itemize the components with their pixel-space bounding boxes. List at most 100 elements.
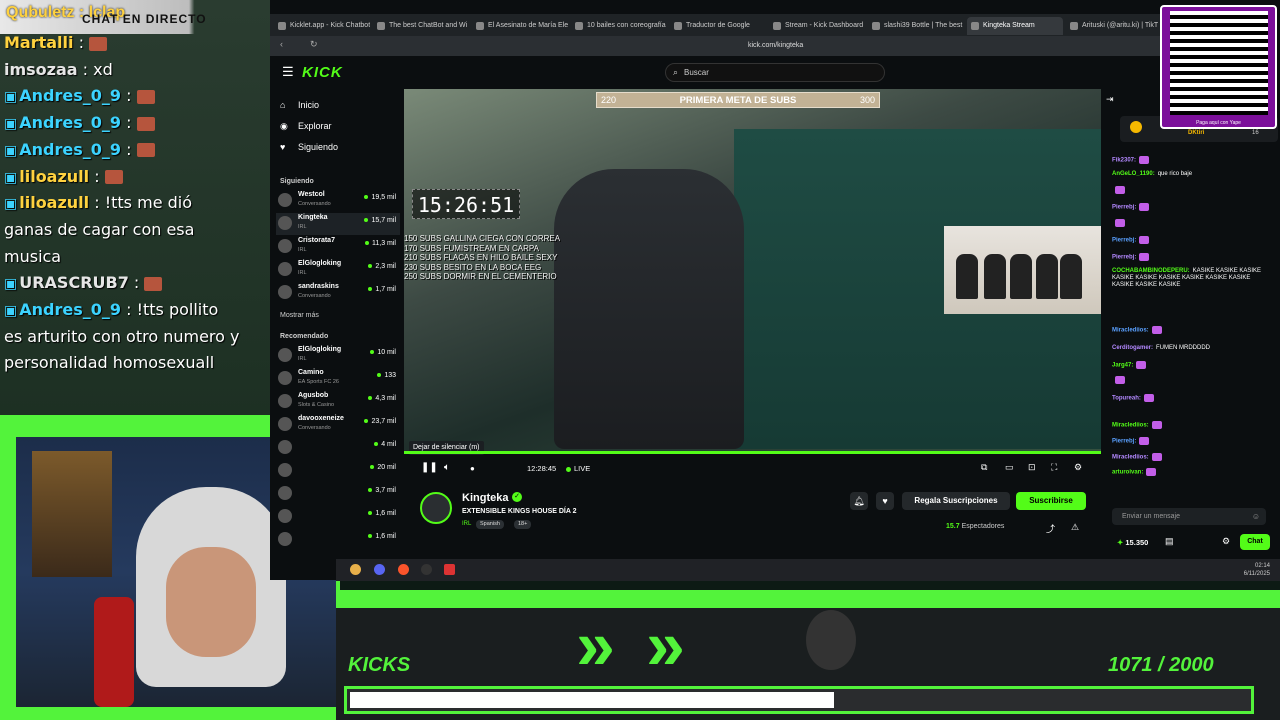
search-input[interactable]: ⌕ Buscar xyxy=(665,63,885,82)
video-progress-bar[interactable] xyxy=(404,451,1101,454)
channel-name: Kingteka xyxy=(298,214,328,221)
sidebar-channel[interactable]: 1,6 mil xyxy=(276,506,400,528)
sidebar-channel[interactable]: 4 mil xyxy=(276,437,400,459)
live-indicator[interactable]: LIVE xyxy=(566,464,590,473)
sidebar-channel[interactable]: Kingteka IRL 15,7 mil xyxy=(276,213,400,235)
sub-goal-bar: 220 PRIMERA META DE SUBS 300 xyxy=(596,92,880,108)
nav-inicio[interactable]: ⌂ Inicio xyxy=(280,97,319,113)
report-icon[interactable]: ⚠ xyxy=(1071,522,1079,533)
overlay-chat-colon: : xyxy=(89,166,105,186)
channel-avatar[interactable] xyxy=(420,492,452,524)
home-icon: ⌂ xyxy=(280,100,286,110)
chat-username[interactable]: Cerditogamer: xyxy=(1112,345,1153,351)
channel-points[interactable]: ✦ 15.350 xyxy=(1117,538,1148,547)
browser-tab[interactable]: Kicklet.app - Kick Chatbot xyxy=(274,17,370,35)
back-icon[interactable]: ‹ xyxy=(280,39,283,49)
overlay-chat-user: Andres_0_9 xyxy=(19,300,121,319)
overlay-chat-message: ▣ URASCRUB7 : xyxy=(4,270,163,297)
theater-icon[interactable]: ▭ xyxy=(1005,462,1014,473)
channel-category: Conversando xyxy=(298,293,331,299)
show-more-link[interactable]: Mostrar más xyxy=(280,312,319,319)
address-bar[interactable]: ‹ ↻ kick.com/kingteka xyxy=(270,36,1160,56)
reload-icon[interactable]: ↻ xyxy=(310,39,318,50)
skull-icon xyxy=(806,610,856,670)
settings-icon[interactable]: ⚙ xyxy=(1074,462,1082,473)
sidebar-channel[interactable]: ElGlogloking IRL 10 mil xyxy=(276,345,400,367)
subscribe-button[interactable]: Suscribirse xyxy=(1016,492,1086,510)
chat-username[interactable]: AnGeLO_1190: xyxy=(1112,171,1155,177)
volume-slider-icon[interactable]: ● xyxy=(470,464,475,473)
chat-username[interactable]: Miraclediios: xyxy=(1112,328,1149,334)
chat-send-button[interactable]: Chat xyxy=(1240,534,1270,550)
url-text[interactable]: kick.com/kingteka xyxy=(748,39,1228,53)
tag-age[interactable]: 18+ xyxy=(514,520,532,529)
menu-icon[interactable]: ☰ xyxy=(282,64,294,80)
chat-username[interactable]: Pierrebj: xyxy=(1112,205,1136,211)
nav-siguiendo[interactable]: ♥ Siguiendo xyxy=(280,139,338,155)
pip-icon[interactable]: ⊡ xyxy=(1028,462,1036,473)
badge-icon: ▣ xyxy=(4,169,18,186)
chat-username[interactable]: arturoivan: xyxy=(1112,470,1143,476)
stream-category[interactable]: IRL xyxy=(462,521,471,527)
chat-username[interactable]: Topureah: xyxy=(1112,396,1141,402)
browser-tab[interactable]: Stream - Kick Dashboard xyxy=(769,17,865,35)
channel-avatar-small xyxy=(278,486,292,500)
kick-logo[interactable]: KICK xyxy=(302,64,343,81)
sidebar-channel[interactable]: Camino EA Sports FC 26 133 xyxy=(276,368,400,390)
bell-icon[interactable]: 🔔︎ xyxy=(850,492,868,510)
sidebar-channel[interactable]: 3,7 mil xyxy=(276,483,400,505)
sidebar-channel[interactable]: davooxeneize Conversando 23,7 mil xyxy=(276,414,400,436)
sidebar-channel[interactable]: Cristorata7 IRL 11,3 mil xyxy=(276,236,400,258)
emote-icon xyxy=(1136,361,1147,369)
channel-name: davooxeneize xyxy=(298,415,344,422)
chat-username[interactable]: Miraclediios: xyxy=(1112,455,1149,461)
chat-username[interactable]: Pierrebj: xyxy=(1112,255,1136,261)
app-icon[interactable] xyxy=(444,564,455,575)
sidebar-channel[interactable]: Agusbob Slots & Casino 4,3 mil xyxy=(276,391,400,413)
browser-tab[interactable]: The best ChatBot and Wi xyxy=(373,17,469,35)
chat-settings-icon[interactable]: ⚙ xyxy=(1222,536,1230,547)
brave-icon[interactable] xyxy=(398,564,409,575)
sidebar-channel[interactable]: sandraskins Conversando 1,7 mil xyxy=(276,282,400,304)
browser-tab[interactable]: Arituski (@aritu.ki) | TikT xyxy=(1066,17,1162,35)
obs-icon[interactable] xyxy=(421,564,432,575)
share-icon[interactable]: ⤴ xyxy=(1046,522,1055,535)
channel-name[interactable]: Kingteka xyxy=(462,492,508,504)
chrome-icon[interactable] xyxy=(350,564,361,575)
pause-icon[interactable]: ❚❚ xyxy=(421,462,438,473)
follow-heart-icon[interactable]: ♥ xyxy=(876,492,894,510)
browser-tab[interactable]: El Asesinato de María Ele xyxy=(472,17,568,35)
browser-tab[interactable]: slashi39 Bottle | The best xyxy=(868,17,964,35)
taskbar-clock[interactable]: 02:14 6/11/2025 xyxy=(1244,562,1270,578)
chat-input[interactable]: Enviar un mensaje ☺ xyxy=(1112,508,1266,525)
qr-caption: Paga aquí con Yape xyxy=(1196,120,1241,126)
chat-username[interactable]: Pierrebj: xyxy=(1112,238,1136,244)
goal-end: 300 xyxy=(859,95,875,105)
clip-icon[interactable]: ⧉ xyxy=(981,462,987,473)
chat-rules-icon[interactable]: ▤ xyxy=(1165,536,1174,547)
discord-icon[interactable] xyxy=(374,564,385,575)
sidebar-channel[interactable]: 1,6 mil xyxy=(276,529,400,551)
tag-language[interactable]: Spanish xyxy=(476,520,504,529)
browser-tab[interactable]: 10 bailes con coreografía xyxy=(571,17,667,35)
sidebar-channel[interactable]: ElGlogloking IRL 2,3 mil xyxy=(276,259,400,281)
sidebar-channel[interactable]: Westcol Conversando 19,5 mil xyxy=(276,190,400,212)
browser-tab[interactable]: Kingteka Stream xyxy=(967,17,1063,35)
sidebar-channel[interactable]: 20 mil xyxy=(276,460,400,482)
emote-icon xyxy=(1115,219,1125,227)
chat-message: Jarg47: xyxy=(1112,361,1272,370)
mute-icon[interactable]: 🔈︎ xyxy=(444,462,450,473)
chat-username[interactable]: Fik2307: xyxy=(1112,158,1136,164)
emote-picker-icon[interactable]: ☺ xyxy=(1252,508,1260,525)
chat-username[interactable]: COCHABAMBINODEPERU: xyxy=(1112,268,1190,274)
chat-username[interactable]: Jarg47: xyxy=(1112,363,1133,369)
chat-input-placeholder: Enviar un mensaje xyxy=(1122,513,1180,520)
chat-username[interactable]: Pierrebj: xyxy=(1112,439,1136,445)
gift-subs-button[interactable]: Regala Suscripciones xyxy=(902,492,1010,510)
fullscreen-icon[interactable]: ⛶ xyxy=(1051,462,1057,473)
nav-explorar[interactable]: ◉ Explorar xyxy=(280,118,332,134)
tab-favicon-icon xyxy=(674,22,682,30)
chat-username[interactable]: Miraclediios: xyxy=(1112,423,1149,429)
collapse-chat-icon[interactable]: ⇥ xyxy=(1106,94,1114,105)
browser-tab[interactable]: Traductor de Google xyxy=(670,17,766,35)
